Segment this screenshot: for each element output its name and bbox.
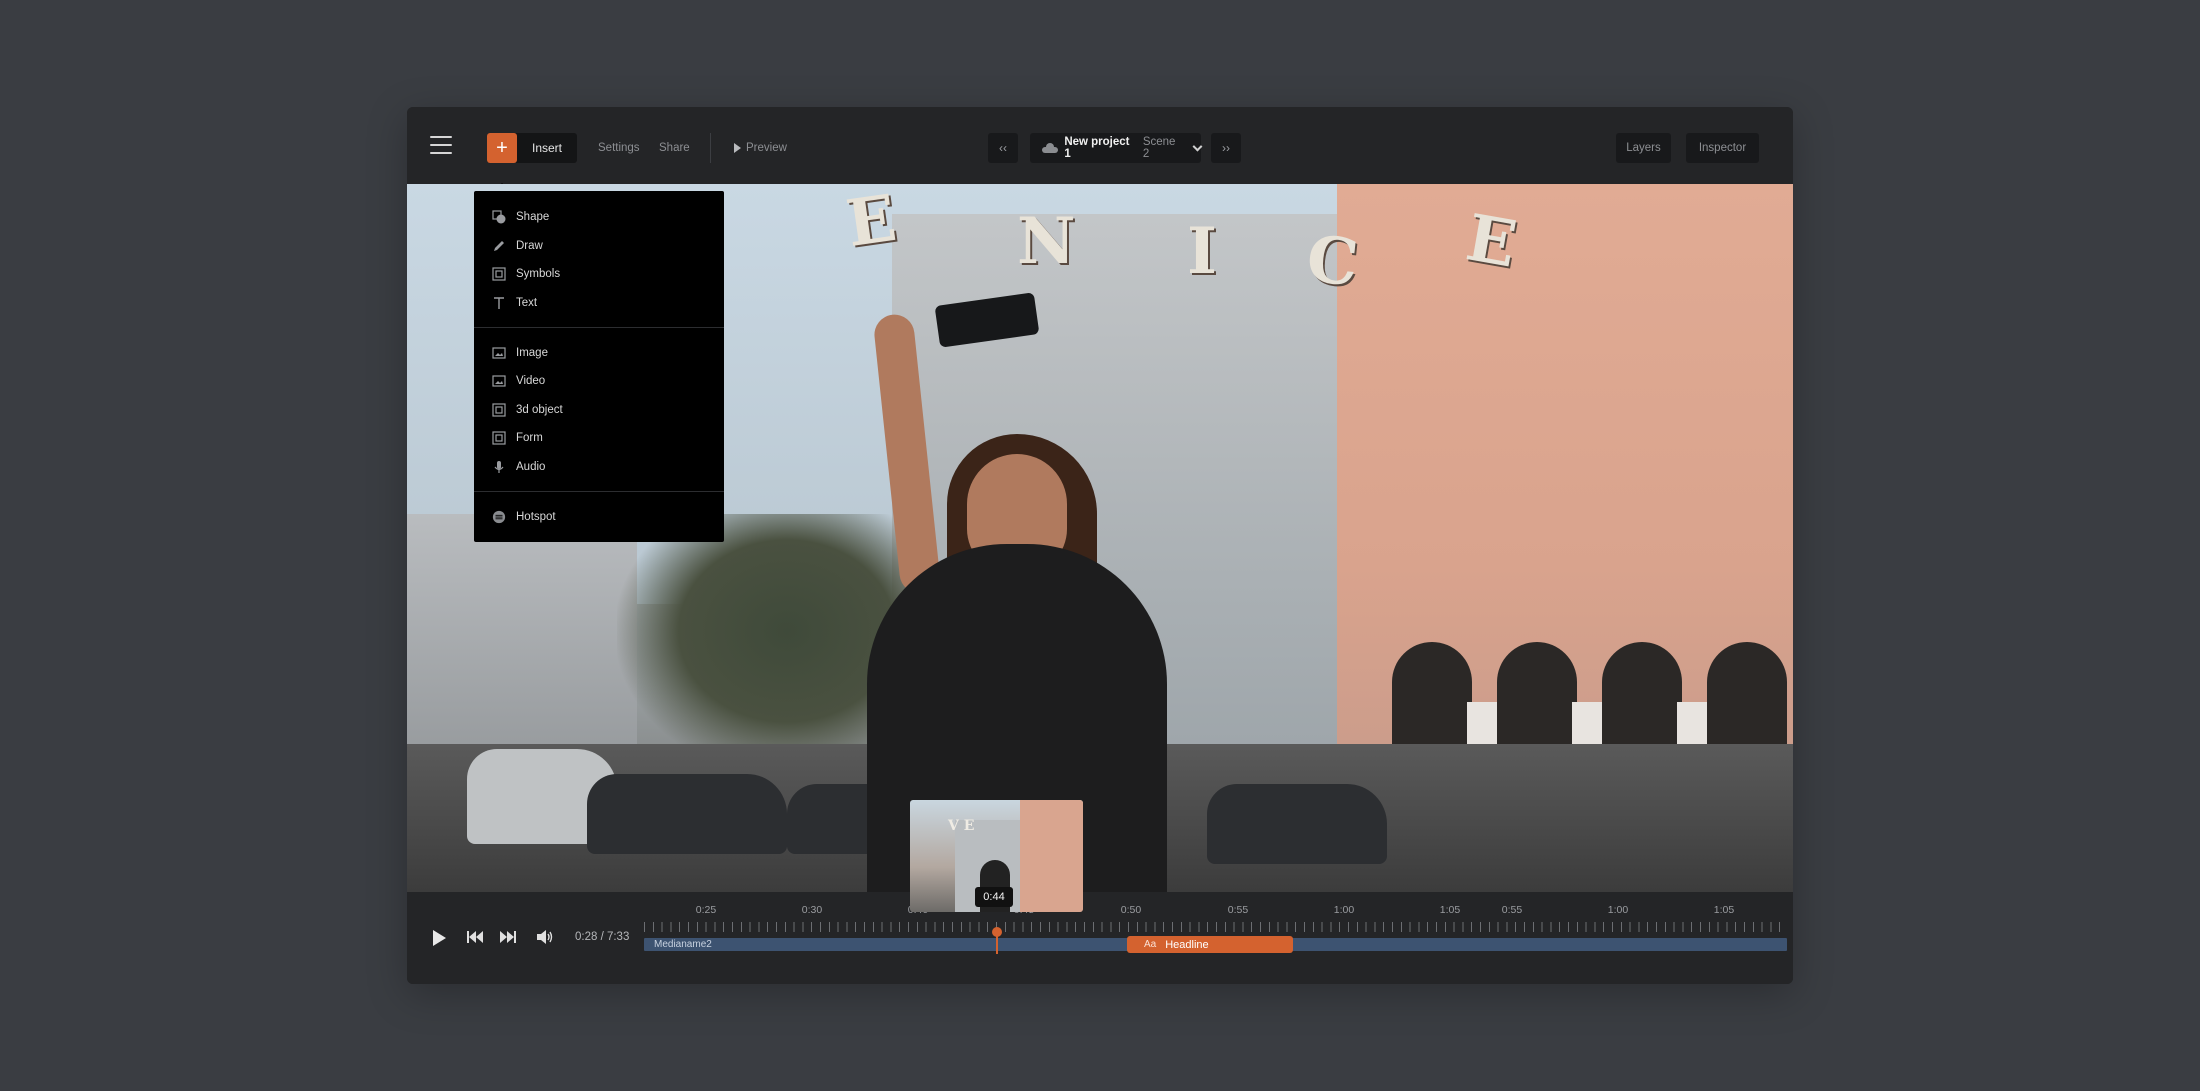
menu-item-label: Shape xyxy=(516,211,550,224)
menu-item-label: Form xyxy=(516,432,543,445)
scene-name: Scene 2 xyxy=(1142,136,1176,160)
ruler-label: 1:05 xyxy=(1713,904,1735,916)
menu-item-3d-object[interactable]: 3d object xyxy=(474,396,724,425)
top-toolbar: + Insert Settings Share Preview ‹‹ New p… xyxy=(407,107,1793,190)
hover-time-tooltip: 0:44 xyxy=(975,887,1013,907)
ruler-label: 1:00 xyxy=(1333,904,1355,916)
menu-item-label: Audio xyxy=(516,461,546,474)
chevron-down-icon xyxy=(1192,141,1203,151)
menu-item-hotspot[interactable]: Hotspot xyxy=(474,502,724,531)
inspector-button[interactable]: Inspector xyxy=(1686,133,1759,163)
thumbnail-sign-letters: V E xyxy=(948,818,975,834)
sign-letter: C xyxy=(1303,221,1362,302)
menu-item-draw[interactable]: Draw xyxy=(474,232,724,261)
current-time: 0:28 / 7:33 xyxy=(575,931,630,943)
headline-clip[interactable]: Aa Headline xyxy=(1127,936,1293,953)
pencil-icon xyxy=(492,239,506,253)
insert-button[interactable]: + Insert xyxy=(487,133,577,163)
clip-label: Headline xyxy=(1165,938,1209,951)
menu-item-symbols[interactable]: Symbols xyxy=(474,260,724,289)
menu-item-label: Image xyxy=(516,346,548,359)
ruler-label: 0:25 xyxy=(695,904,717,916)
insert-menu: Shape Draw Symbols Text Image Video 3d o… xyxy=(474,191,724,542)
menu-item-label: Hotspot xyxy=(516,510,556,523)
next-scene-button[interactable]: ›› xyxy=(1211,133,1241,163)
menu-item-label: Symbols xyxy=(516,268,561,281)
plus-icon: + xyxy=(487,133,517,163)
play-small-icon xyxy=(734,143,741,153)
menu-item-shape[interactable]: Shape xyxy=(474,203,724,232)
shape-icon xyxy=(492,210,506,224)
text-clip-icon: Aa xyxy=(1144,939,1157,950)
ruler-label: 1:00 xyxy=(1607,904,1629,916)
timeline-ruler[interactable]: 0:25 0:30 0:40 0:45 0:50 0:55 1:00 1:05 … xyxy=(644,904,1787,938)
toolbar-divider xyxy=(710,133,711,163)
menu-divider xyxy=(474,491,724,493)
sign-letter: I xyxy=(1187,214,1217,289)
preview-label: Preview xyxy=(746,142,787,154)
settings-link[interactable]: Settings xyxy=(598,142,640,154)
project-selector[interactable]: New project 1 Scene 2 xyxy=(1030,133,1203,163)
photo-car xyxy=(1207,784,1387,864)
playhead-handle[interactable] xyxy=(992,927,1002,937)
editor-window: + Insert Settings Share Preview ‹‹ New p… xyxy=(407,107,1793,984)
project-name: New project 1 xyxy=(1064,136,1130,160)
skip-forward-icon[interactable] xyxy=(498,929,518,945)
form-icon xyxy=(492,431,506,446)
menu-item-audio[interactable]: Audio xyxy=(474,453,724,482)
menu-item-form[interactable]: Form xyxy=(474,424,724,453)
text-icon xyxy=(492,296,506,310)
cube-icon xyxy=(492,403,506,417)
thumbnail-building-pink xyxy=(1020,800,1083,912)
menu-divider xyxy=(474,327,724,329)
share-link[interactable]: Share xyxy=(659,142,690,154)
play-icon[interactable] xyxy=(433,930,446,946)
microphone-icon xyxy=(492,460,506,474)
menu-icon[interactable] xyxy=(430,136,452,154)
menu-item-label: Text xyxy=(516,297,538,310)
menu-item-label: Draw xyxy=(516,239,543,252)
insert-button-label: Insert xyxy=(532,141,563,155)
menu-item-text[interactable]: Text xyxy=(474,289,724,318)
menu-item-video[interactable]: Video xyxy=(474,367,724,396)
preview-button[interactable]: Preview xyxy=(734,142,787,154)
hotspot-icon xyxy=(492,510,506,524)
menu-item-label: 3d object xyxy=(516,403,563,416)
ruler-label: 0:50 xyxy=(1120,904,1142,916)
skip-back-icon[interactable] xyxy=(465,929,485,945)
ruler-ticks xyxy=(644,922,1787,932)
timeline-bar: 0:28 / 7:33 0:25 0:30 0:40 0:45 0:50 0:5… xyxy=(407,892,1793,984)
video-icon xyxy=(492,374,506,388)
menu-item-label: Video xyxy=(516,375,546,388)
sign-letter: E xyxy=(842,184,901,263)
photo-car xyxy=(587,774,787,854)
ruler-label: 1:05 xyxy=(1439,904,1461,916)
image-icon xyxy=(492,346,506,360)
sign-letter: N xyxy=(1017,204,1076,279)
menu-item-image[interactable]: Image xyxy=(474,338,724,367)
ruler-label: 0:55 xyxy=(1227,904,1249,916)
cloud-icon xyxy=(1042,143,1059,153)
previous-scene-button[interactable]: ‹‹ xyxy=(988,133,1018,163)
volume-icon[interactable] xyxy=(535,929,555,945)
ruler-label: 0:55 xyxy=(1501,904,1523,916)
ruler-label: 0:30 xyxy=(801,904,823,916)
layers-button[interactable]: Layers xyxy=(1616,133,1671,163)
symbols-icon xyxy=(492,267,506,282)
media-track-label: Medianame2 xyxy=(654,939,712,950)
